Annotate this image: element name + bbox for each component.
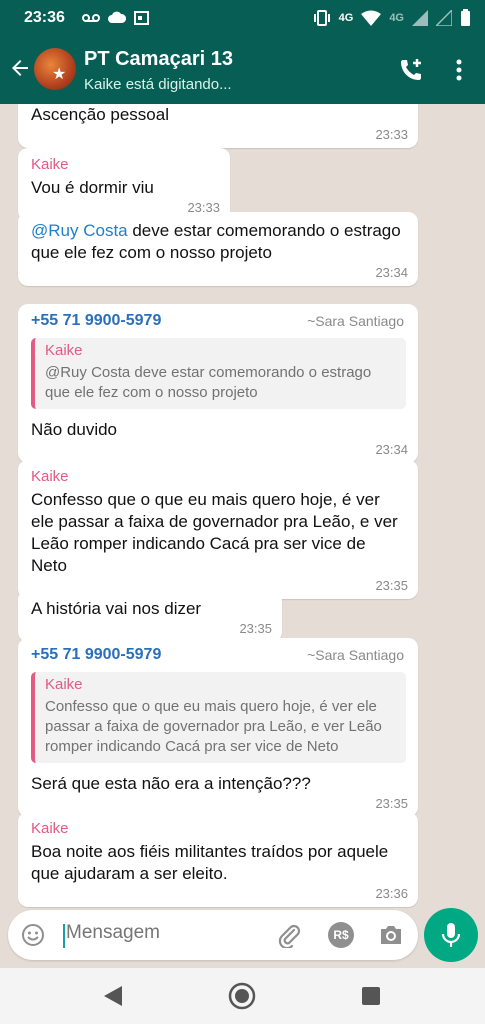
typing-status: Kaike está digitando... [84, 76, 232, 93]
quoted-message[interactable]: Kaike @Ruy Costa deve estar comemorando … [31, 338, 406, 409]
group-avatar[interactable]: ★ [34, 48, 76, 90]
message-time: 23:36 [375, 886, 408, 901]
message-text: @Ruy Costa deve estar comemorando o estr… [31, 221, 401, 262]
sender-name[interactable]: Kaike [31, 820, 406, 837]
message-time: 23:35 [375, 578, 408, 593]
nav-home-icon[interactable] [228, 982, 256, 1010]
signal-empty-icon [436, 10, 452, 26]
message-composer: R$ [8, 910, 418, 960]
vibrate-icon [313, 10, 330, 26]
text-cursor [63, 924, 65, 948]
network-lte-label: 4G [389, 12, 404, 24]
quoted-sender: Kaike [45, 342, 83, 359]
message-bubble[interactable]: A história vai nos dizer 23:35 [18, 590, 282, 642]
payment-icon[interactable]: R$ [328, 922, 354, 948]
message-bubble[interactable]: Ascenção pessoal 23:33 [18, 104, 418, 148]
message-bubble[interactable]: Kaike Confesso que o que eu mais quero h… [18, 460, 418, 599]
camera-icon[interactable] [378, 923, 404, 947]
message-text: Será que esta não era a intenção??? [31, 774, 311, 793]
message-text: Boa noite aos fiéis militantes traídos p… [31, 842, 389, 883]
emoji-icon[interactable] [21, 923, 45, 947]
quoted-message[interactable]: Kaike Confesso que o que eu mais quero h… [31, 672, 406, 763]
chat-title[interactable]: PT Camaçari 13 [84, 48, 233, 71]
message-text: Confesso que o que eu mais quero hoje, é… [31, 490, 398, 575]
microphone-icon [441, 923, 461, 947]
add-call-icon[interactable] [397, 56, 425, 84]
nav-recents-icon[interactable] [362, 987, 380, 1005]
message-time: 23:35 [239, 621, 272, 636]
wifi-icon [361, 10, 382, 26]
message-bubble[interactable]: Kaike Boa noite aos fiéis militantes tra… [18, 812, 418, 907]
message-bubble[interactable]: @Ruy Costa deve estar comemorando o estr… [18, 212, 418, 286]
signal-icon [412, 10, 428, 26]
status-bar: 23:36 4G 4G [0, 0, 485, 36]
message-time: 23:35 [375, 796, 408, 811]
message-text: A história vai nos dizer [31, 599, 202, 618]
message-list[interactable]: Ascenção pessoal 23:33 Kaike Vou é dormi… [0, 104, 485, 908]
nav-back-icon[interactable] [102, 984, 124, 1008]
mention-link[interactable]: @Ruy Costa [31, 221, 128, 240]
attach-icon[interactable] [276, 922, 302, 948]
message-text: Vou é dormir viu [31, 178, 154, 197]
quoted-sender: Kaike [45, 676, 83, 693]
cloud-icon [108, 11, 126, 23]
status-time: 23:36 [24, 9, 65, 26]
message-bubble[interactable]: Kaike Vou é dormir viu 23:33 [18, 148, 230, 221]
sender-alias: ~Sara Santiago [307, 647, 404, 663]
message-time: 23:34 [375, 265, 408, 280]
message-time: 23:33 [375, 127, 408, 142]
message-input[interactable] [66, 922, 266, 944]
reply-message-bubble[interactable]: +55 71 9900-5979 ~Sara Santiago Kaike @R… [18, 304, 418, 463]
sender-alias: ~Sara Santiago [307, 313, 404, 329]
back-arrow-icon[interactable] [8, 56, 32, 80]
network-4g-label: 4G [338, 12, 354, 24]
system-nav-bar [0, 968, 485, 1024]
voice-record-button[interactable] [424, 908, 478, 962]
more-options-icon[interactable] [449, 56, 469, 84]
quoted-text: @Ruy Costa deve estar comemorando o estr… [45, 364, 372, 401]
message-time: 23:34 [375, 442, 408, 457]
quoted-text: Confesso que o que eu mais quero hoje, é… [45, 698, 382, 755]
chat-header: ★ PT Camaçari 13 Kaike está digitando... [0, 36, 485, 104]
message-text: Não duvido [31, 420, 118, 439]
voicemail-icon [82, 13, 100, 22]
calendar-icon [134, 11, 149, 25]
star-icon: ★ [52, 66, 67, 83]
reply-message-bubble[interactable]: +55 71 9900-5979 ~Sara Santiago Kaike Co… [18, 638, 418, 817]
sender-name[interactable]: Kaike [31, 468, 406, 485]
sender-name[interactable]: Kaike [31, 156, 218, 173]
battery-icon [461, 9, 470, 26]
message-text: Ascenção pessoal [31, 105, 169, 124]
